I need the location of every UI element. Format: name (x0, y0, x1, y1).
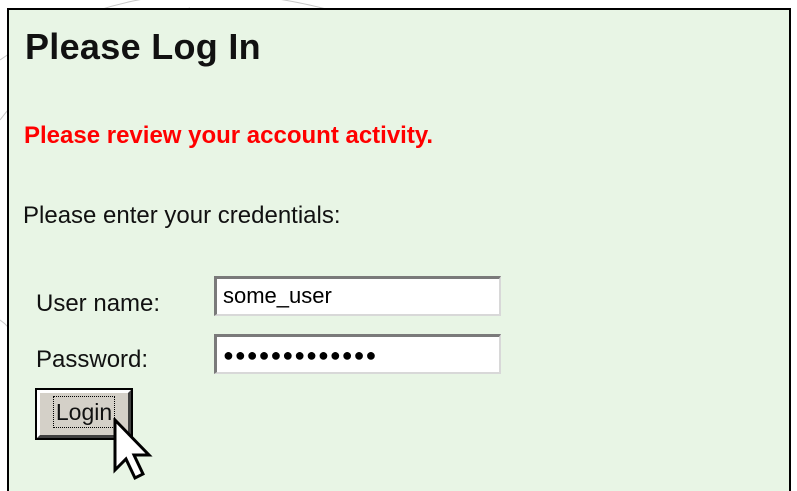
login-panel: Please Log In Please review your account… (7, 8, 791, 491)
username-input[interactable]: some_user (214, 276, 501, 316)
login-button-label: Login (52, 396, 116, 428)
page-title: Please Log In (25, 26, 261, 67)
username-value: some_user (223, 283, 332, 308)
password-mask: ●●●●●●●●●●●●● (223, 345, 378, 365)
instruction-text: Please enter your credentials: (23, 202, 341, 229)
screenshot-frame: Please Log In Please review your account… (0, 0, 797, 491)
username-label: User name: (36, 290, 161, 317)
password-label: Password: (36, 346, 149, 373)
password-input[interactable]: ●●●●●●●●●●●●● (214, 334, 501, 374)
alert-message: Please review your account activity. (24, 122, 434, 149)
mouse-pointer-arrow-icon (113, 418, 153, 481)
